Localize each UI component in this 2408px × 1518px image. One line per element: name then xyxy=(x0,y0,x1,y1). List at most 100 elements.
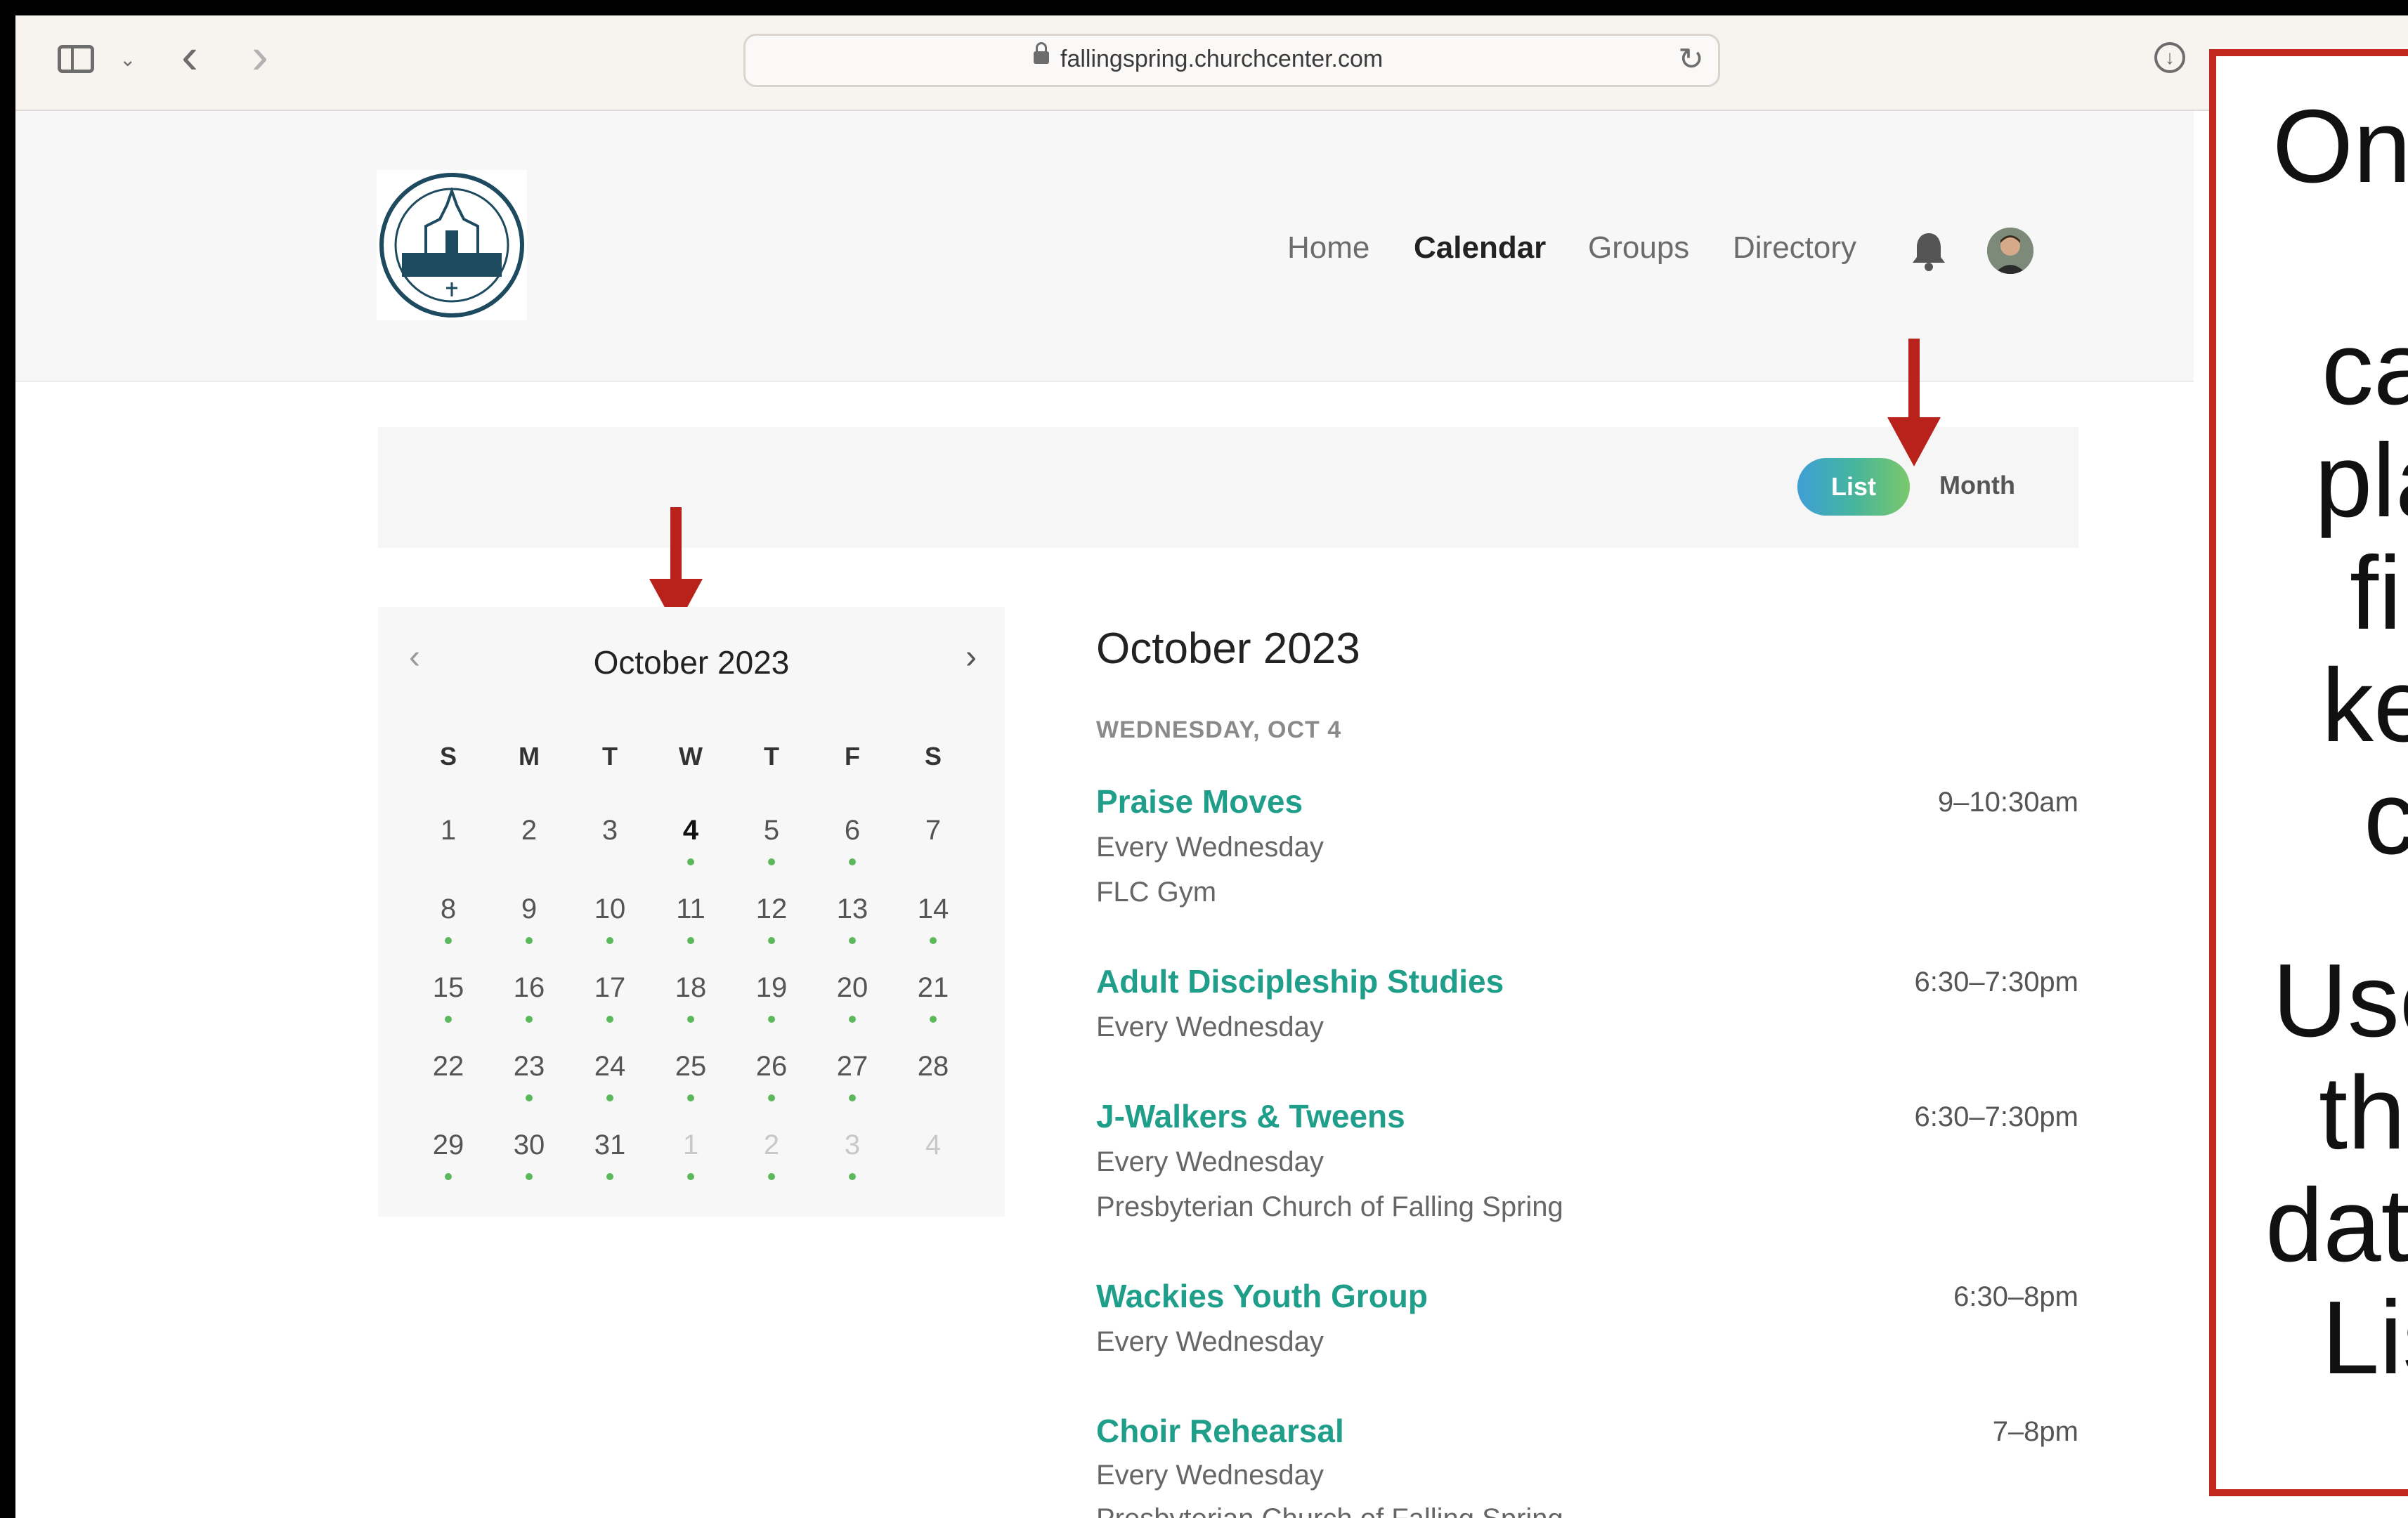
browser-toolbar: ⌄ ‹ › fallingspring.churchcenter.com ↻ ↓ xyxy=(15,15,2408,111)
nav-calendar[interactable]: Calendar xyxy=(1414,230,1546,266)
church-logo[interactable] xyxy=(377,170,527,320)
weekday-label: T xyxy=(602,742,618,771)
calendar-day[interactable]: 8 xyxy=(420,894,476,925)
weekday-label: T xyxy=(764,742,779,771)
event-indicator-dot xyxy=(849,1016,856,1023)
calendar-day[interactable]: 16 xyxy=(501,972,557,1004)
list-view-button[interactable]: List xyxy=(1797,458,1910,516)
calendar-day[interactable]: 25 xyxy=(663,1051,719,1082)
calendar-day[interactable]: 11 xyxy=(663,894,719,925)
callout-text: Lis xyxy=(2322,1280,2408,1396)
event-title-link[interactable]: Wackies Youth Group xyxy=(1096,1277,1428,1315)
back-arrow-icon[interactable]: ‹ xyxy=(181,28,198,84)
calendar-day[interactable]: 27 xyxy=(824,1051,880,1082)
address-bar[interactable]: fallingspring.churchcenter.com ↻ xyxy=(743,34,1720,87)
event-indicator-dot xyxy=(687,1173,694,1180)
view-toggle-bar: List Month xyxy=(378,427,2078,548)
calendar-day[interactable]: 29 xyxy=(420,1130,476,1161)
calendar-day[interactable]: 18 xyxy=(663,972,719,1004)
event-location: FLC Gym xyxy=(1096,877,1217,908)
callout-text: ke xyxy=(2322,648,2408,764)
calendar-day[interactable]: 1 xyxy=(663,1130,719,1161)
callout-text: c xyxy=(2364,759,2408,878)
day-header: WEDNESDAY, OCT 4 xyxy=(1096,717,1342,743)
calendar-day[interactable]: 3 xyxy=(824,1130,880,1161)
event-time: 9–10:30am xyxy=(1937,787,2078,818)
event-indicator-dot xyxy=(687,1016,694,1023)
calendar-day[interactable]: 9 xyxy=(501,894,557,925)
user-avatar[interactable] xyxy=(1987,228,2033,274)
calendar-day[interactable]: 4 xyxy=(905,1130,961,1161)
forward-arrow-icon[interactable]: › xyxy=(252,28,268,84)
calendar-day[interactable]: 13 xyxy=(824,894,880,925)
calendar-day[interactable]: 2 xyxy=(743,1130,800,1161)
calendar-day[interactable]: 3 xyxy=(582,815,638,846)
annotation-callout: On ca pla fi ke c Use th dat Lis xyxy=(2209,49,2408,1496)
mini-calendar: ‹ › October 2023 S M T W T F S 123456789… xyxy=(378,607,1005,1217)
calendar-day[interactable]: 12 xyxy=(743,894,800,925)
calendar-day[interactable]: 28 xyxy=(905,1051,961,1082)
event-indicator-dot xyxy=(526,1173,533,1180)
event-indicator-dot xyxy=(768,1094,775,1101)
annotation-arrow-calendar xyxy=(649,507,703,628)
event-location: Presbyterian Church of Falling Spring xyxy=(1096,1191,1563,1222)
browser-window: ⌄ ‹ › fallingspring.churchcenter.com ↻ ↓… xyxy=(15,15,2408,1518)
nav-groups[interactable]: Groups xyxy=(1588,230,1689,266)
nav-directory[interactable]: Directory xyxy=(1733,230,1856,266)
calendar-day[interactable]: 20 xyxy=(824,972,880,1004)
calendar-day[interactable]: 1 xyxy=(420,815,476,846)
event-time: 6:30–8pm xyxy=(1953,1281,2078,1312)
event-indicator-dot xyxy=(687,858,694,865)
event-title-link[interactable]: Praise Moves xyxy=(1096,783,1303,820)
event-recurrence: Every Wednesday xyxy=(1096,832,1324,863)
url-text: fallingspring.churchcenter.com xyxy=(1060,46,1384,72)
event-indicator-dot xyxy=(768,1016,775,1023)
chevron-down-icon[interactable]: ⌄ xyxy=(119,48,136,71)
calendar-day[interactable]: 5 xyxy=(743,815,800,846)
reload-icon[interactable]: ↻ xyxy=(1678,41,1704,77)
calendar-day[interactable]: 31 xyxy=(582,1130,638,1161)
event-list-title: October 2023 xyxy=(1096,624,1360,673)
calendar-day[interactable]: 10 xyxy=(582,894,638,925)
calendar-day[interactable]: 4 xyxy=(663,815,719,846)
nav-home[interactable]: Home xyxy=(1287,230,1369,266)
download-icon[interactable]: ↓ xyxy=(2154,42,2185,73)
callout-text: pla xyxy=(2315,423,2408,539)
calendar-day[interactable]: 14 xyxy=(905,894,961,925)
event-indicator-dot xyxy=(930,1016,937,1023)
event-indicator-dot xyxy=(768,937,775,944)
event-indicator-dot xyxy=(606,1094,613,1101)
calendar-day[interactable]: 7 xyxy=(905,815,961,846)
callout-text: th xyxy=(2319,1055,2406,1171)
calendar-day[interactable]: 2 xyxy=(501,815,557,846)
event-indicator-dot xyxy=(526,1094,533,1101)
event-recurrence: Every Wednesday xyxy=(1096,1146,1324,1177)
event-indicator-dot xyxy=(445,1173,452,1180)
event-title-link[interactable]: Choir Rehearsal xyxy=(1096,1412,1344,1450)
event-recurrence: Every Wednesday xyxy=(1096,1012,1324,1042)
event-indicator-dot xyxy=(526,937,533,944)
event-title-link[interactable]: J-Walkers & Tweens xyxy=(1096,1097,1405,1135)
event-recurrence: Every Wednesday xyxy=(1096,1460,1324,1491)
sidebar-toggle-icon[interactable] xyxy=(58,45,94,73)
event-indicator-dot xyxy=(930,937,937,944)
calendar-day[interactable]: 26 xyxy=(743,1051,800,1082)
calendar-day[interactable]: 30 xyxy=(501,1130,557,1161)
calendar-day[interactable]: 21 xyxy=(905,972,961,1004)
month-view-button[interactable]: Month xyxy=(1939,471,2015,500)
calendar-day[interactable]: 22 xyxy=(420,1051,476,1082)
callout-text: On xyxy=(2272,89,2408,204)
calendar-day[interactable]: 19 xyxy=(743,972,800,1004)
event-time: 6:30–7:30pm xyxy=(1914,967,2078,997)
callout-text: dat xyxy=(2265,1167,2408,1283)
weekday-label: S xyxy=(924,742,942,771)
event-indicator-dot xyxy=(606,1173,613,1180)
calendar-day[interactable]: 6 xyxy=(824,815,880,846)
event-title-link[interactable]: Adult Discipleship Studies xyxy=(1096,962,1504,1000)
bell-icon[interactable] xyxy=(1910,230,1948,273)
calendar-day[interactable]: 23 xyxy=(501,1051,557,1082)
lock-icon xyxy=(1034,42,1049,64)
calendar-day[interactable]: 17 xyxy=(582,972,638,1004)
calendar-day[interactable]: 15 xyxy=(420,972,476,1004)
calendar-day[interactable]: 24 xyxy=(582,1051,638,1082)
